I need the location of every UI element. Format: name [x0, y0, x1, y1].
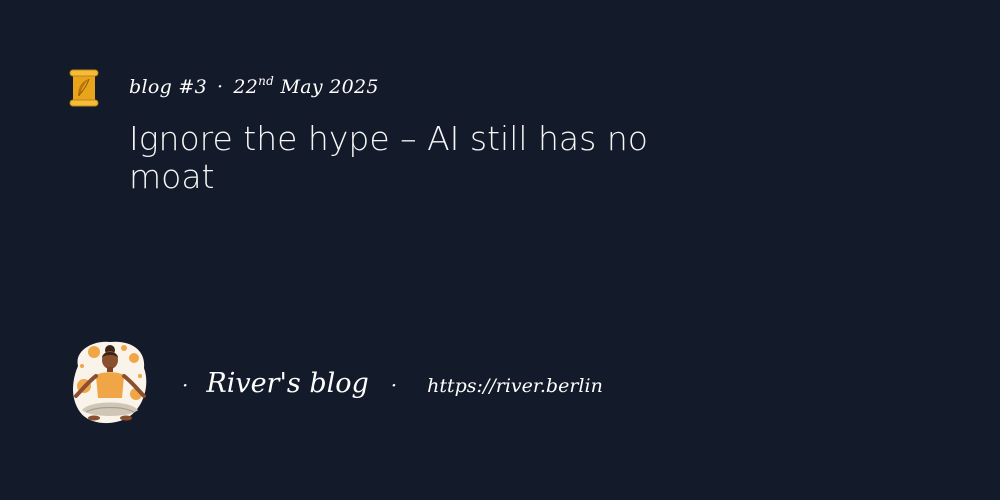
blog-footer: · River's blog · https://river.berlin	[182, 368, 603, 399]
blog-url-link[interactable]: https://river.berlin	[427, 375, 603, 397]
blog-name: River's blog	[206, 368, 369, 399]
footer-mid-dot: ·	[390, 373, 398, 397]
post-title: Ignore the hype – AI still has no moat	[129, 119, 648, 196]
post-date-rest: May 2025	[280, 76, 379, 98]
meta-separator: ·	[217, 76, 224, 98]
post-number: blog #3	[129, 76, 207, 98]
footer-lead-dot: ·	[182, 373, 189, 397]
og-card: blog #3 · 22nd May 2025 Ignore the hype – …	[0, 0, 1000, 500]
post-date-day: 22	[233, 76, 259, 98]
post-meta: blog #3 · 22nd May 2025	[129, 74, 379, 98]
scroll-quill-icon	[69, 69, 99, 107]
post-date-suffix: nd	[258, 74, 275, 88]
author-avatar	[73, 341, 147, 424]
